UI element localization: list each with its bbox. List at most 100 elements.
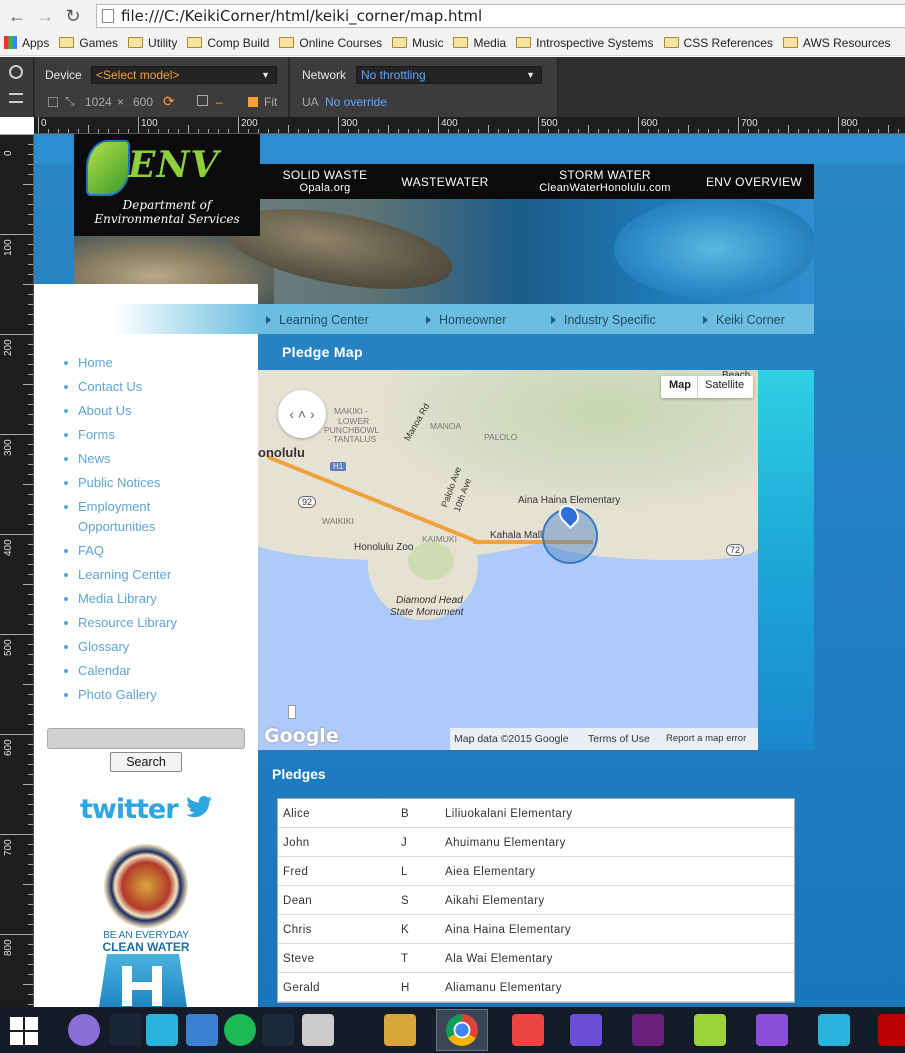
- back-arrow-icon[interactable]: ←: [6, 5, 28, 27]
- nav-env-overview[interactable]: ENV OVERVIEW: [694, 176, 814, 189]
- spotify-icon[interactable]: [224, 1014, 256, 1046]
- twitter-logo[interactable]: twitter: [80, 794, 179, 825]
- bookmark-item[interactable]: Utility: [124, 32, 181, 55]
- ruler-tick: [538, 117, 539, 133]
- sidebar-link-public-notices[interactable]: Public Notices: [63, 475, 160, 491]
- report-map-error-link[interactable]: Report a map error: [666, 728, 746, 750]
- pledge-initial: T: [401, 953, 409, 965]
- network-icon[interactable]: [302, 1014, 334, 1046]
- subnav-industry-specific[interactable]: Industry Specific: [551, 313, 656, 327]
- apps-tiles-icon[interactable]: [512, 1014, 544, 1046]
- pledge-first: Gerald: [283, 982, 320, 994]
- sidebar-link-news[interactable]: News: [64, 451, 111, 467]
- terms-of-use-link[interactable]: Terms of Use: [588, 728, 650, 750]
- github-icon[interactable]: [68, 1014, 100, 1046]
- visual-studio-icon[interactable]: [632, 1014, 664, 1046]
- subnav-keiki-corner[interactable]: Keiki Corner: [703, 313, 785, 327]
- height-value[interactable]: 600: [133, 95, 153, 109]
- sidebar-link-contact-us[interactable]: Contact Us: [63, 379, 142, 395]
- terminal-icon[interactable]: [110, 1014, 142, 1046]
- start-icon[interactable]: [8, 1014, 40, 1046]
- subnav-homeowner[interactable]: Homeowner: [426, 313, 506, 327]
- google-map[interactable]: onolulu MANOA MAKIKI - LOWER PUNCHBOWL -…: [258, 370, 758, 750]
- sidebar-link-employment[interactable]: Employment: [63, 499, 150, 515]
- street-view-pegman-icon[interactable]: [288, 705, 296, 719]
- map-type-satellite-button[interactable]: Satellite: [705, 379, 744, 391]
- bookmark-item[interactable]: Music: [388, 32, 447, 55]
- ruler-tick: [23, 184, 33, 185]
- zoom-icon[interactable]: [197, 95, 208, 106]
- map-label-palolo: PALOLO: [484, 432, 518, 442]
- device-select[interactable]: <Select model> ▼: [91, 66, 277, 84]
- infinity-icon[interactable]: [570, 1014, 602, 1046]
- ruler-tick: [28, 504, 33, 505]
- search-input[interactable]: [47, 728, 245, 749]
- clean-water-logo[interactable]: [98, 954, 188, 1007]
- nav-wastewater[interactable]: WASTEWATER: [390, 176, 500, 189]
- sidebar-link-media-library[interactable]: Media Library: [64, 591, 157, 607]
- fit-checkbox[interactable]: [248, 97, 258, 107]
- bookmark-item[interactable]: Online Courses: [275, 32, 386, 55]
- bookmark-label: Online Courses: [299, 36, 383, 50]
- env-logo[interactable]: ENV Department of Environmental Services: [74, 134, 260, 236]
- sidebar-link-faq[interactable]: FAQ: [63, 543, 104, 559]
- network-select[interactable]: No throttling ▼: [356, 66, 542, 84]
- steam-icon[interactable]: [262, 1014, 294, 1046]
- ruler-tick: [108, 129, 109, 133]
- bookmark-item[interactable]: Introspective Systems: [512, 32, 657, 55]
- twitter-bird-icon: [186, 796, 212, 818]
- thunderbird-icon[interactable]: [186, 1014, 218, 1046]
- map-type-map-button[interactable]: Map: [669, 379, 691, 391]
- reload-icon[interactable]: ↻: [62, 5, 84, 27]
- filezilla-icon[interactable]: [878, 1014, 905, 1046]
- forward-arrow-icon[interactable]: →: [34, 5, 56, 27]
- bookmark-item[interactable]: Apps: [0, 32, 53, 55]
- drawer-icon[interactable]: [9, 93, 23, 103]
- webstorm-icon[interactable]: [146, 1014, 178, 1046]
- no-entry-icon[interactable]: [9, 65, 23, 79]
- bookmark-item[interactable]: Comp Build: [183, 32, 273, 55]
- sidebar-link-resource-library[interactable]: Resource Library: [64, 615, 177, 631]
- address-bar[interactable]: file:///C:/KeikiCorner/html/keiki_corner…: [96, 4, 905, 28]
- sidebar-link-glossary[interactable]: Glossary: [63, 639, 129, 655]
- city-county-seal[interactable]: [104, 844, 188, 928]
- ruler-tick: [28, 444, 33, 445]
- map-label-tantalus: - TANTALUS: [328, 434, 377, 444]
- ruler-tick: [28, 464, 33, 465]
- sidebar-link-employment-line2[interactable]: Opportunities: [78, 519, 155, 535]
- sidebar-link-about-us[interactable]: About Us: [63, 403, 131, 419]
- sidebar-link-photo-gallery[interactable]: Photo Gallery: [64, 687, 157, 703]
- search-button[interactable]: Search: [110, 752, 182, 772]
- webstorm-icon[interactable]: [818, 1014, 850, 1046]
- checkbox-icon[interactable]: [48, 97, 58, 107]
- bookmark-item[interactable]: CSS References: [660, 32, 777, 55]
- ua-value[interactable]: No override: [325, 95, 387, 109]
- ruler-tick: [338, 117, 339, 133]
- nav-storm-water[interactable]: STORM WATER CleanWaterHonolulu.com: [520, 169, 690, 195]
- subnav-learning-center[interactable]: Learning Center: [266, 313, 369, 327]
- notepad-plus-icon[interactable]: [694, 1014, 726, 1046]
- nav-solid-waste[interactable]: SOLID WASTE Opala.org: [260, 169, 390, 195]
- ruler-tick: [788, 125, 789, 133]
- rotate-icon[interactable]: ⟳: [163, 93, 175, 110]
- bookmark-item[interactable]: AWS Resources: [779, 32, 895, 55]
- ruler-label: 500: [541, 118, 558, 129]
- sidebar-link-home[interactable]: Home: [64, 355, 113, 371]
- ruler-tick: [418, 129, 419, 133]
- ruler-tick: [28, 654, 33, 655]
- ruler-tick: [148, 129, 149, 133]
- folder-icon: [59, 37, 75, 48]
- width-value[interactable]: 1024: [85, 95, 112, 109]
- file-explorer-icon[interactable]: [384, 1014, 416, 1046]
- visual-studio-purple-icon[interactable]: [756, 1014, 788, 1046]
- chrome-icon[interactable]: [446, 1014, 478, 1046]
- bookmark-item[interactable]: Media: [449, 32, 510, 55]
- sidebar-link-calendar[interactable]: Calendar: [64, 663, 131, 679]
- pan-arrows-icon[interactable]: ‹ ˄ ›: [278, 390, 326, 438]
- ruler-label: 600: [3, 739, 14, 756]
- sidebar-link-learning-center[interactable]: Learning Center: [63, 567, 171, 583]
- bookmark-item[interactable]: Games: [55, 32, 122, 55]
- webpage: SOLID WASTE Opala.org WASTEWATER STORM WA…: [34, 134, 905, 1007]
- google-logo[interactable]: Google: [264, 725, 339, 747]
- sidebar-link-forms[interactable]: Forms: [64, 427, 115, 443]
